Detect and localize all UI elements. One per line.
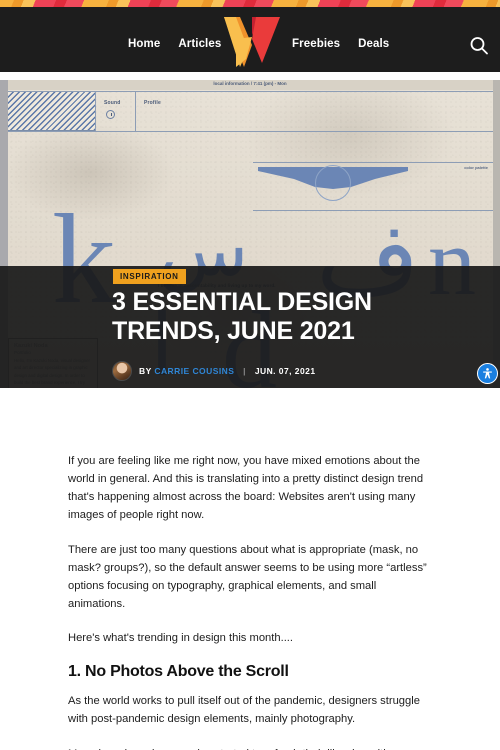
author-link[interactable]: CARRIE COUSINS [154, 366, 234, 376]
w-logo-icon [224, 17, 280, 67]
author-avatar [112, 361, 132, 381]
accessibility-button[interactable] [477, 363, 498, 384]
byline-separator: | [243, 366, 247, 376]
mock-hatched-block [8, 91, 95, 131]
hero-rule-top [8, 91, 493, 92]
nav-item-home[interactable]: Home [128, 38, 160, 51]
site-logo[interactable] [222, 15, 282, 70]
byline: BY CARRIE COUSINS | JUN. 07, 2021 [112, 361, 316, 381]
search-button[interactable] [467, 34, 491, 58]
mock-window-title: local information / 7:41 (pm) - Mon [213, 81, 287, 86]
publish-date: JUN. 07, 2021 [254, 366, 316, 376]
category-badge[interactable]: INSPIRATION [113, 269, 186, 284]
search-icon [470, 37, 488, 55]
hero-circle-outline [315, 165, 351, 201]
hero-rule-mid [8, 131, 493, 132]
hero-corner-label: color palette [464, 165, 488, 170]
article-paragraph-1: If you are feeling like me right now, yo… [68, 455, 424, 522]
site-header: Home Articles Freebies Deals [0, 7, 500, 72]
article-body: If you are feeling like me right now, yo… [68, 452, 436, 750]
nav-item-articles[interactable]: Articles [178, 38, 221, 51]
decorative-stripe-bar [0, 0, 500, 7]
primary-nav-left: Home Articles [128, 38, 221, 51]
article-paragraph-2: There are just too many questions about … [68, 543, 427, 610]
byline-prefix: BY [139, 366, 152, 376]
nav-item-freebies[interactable]: Freebies [292, 38, 340, 51]
mock-tab-profile[interactable]: Profile [144, 100, 161, 106]
article-paragraph-3: Here's what's trending in design this mo… [68, 632, 294, 645]
hero-vrule-1 [95, 91, 96, 131]
section-paragraph-1: As the world works to pull itself out of… [68, 695, 420, 726]
section-paragraph-2: Many brands and companies started to ref… [68, 745, 436, 750]
mock-knob-icon [106, 110, 115, 119]
accessibility-person-icon [483, 368, 492, 379]
hero-rule-right-top [253, 162, 493, 163]
hero-vrule-2 [135, 91, 136, 131]
section-heading-1: 1. No Photos Above the Scroll [68, 663, 289, 681]
page-root: Home Articles Freebies Deals local infor… [0, 0, 500, 750]
primary-nav-right: Freebies Deals [292, 38, 389, 51]
nav-item-deals[interactable]: Deals [358, 38, 389, 51]
byline-text: BY CARRIE COUSINS | JUN. 07, 2021 [139, 366, 316, 376]
mock-tab-sound[interactable]: Sound [104, 100, 121, 106]
page-title: 3 ESSENTIAL DESIGN TRENDS, JUNE 2021 [112, 288, 372, 345]
